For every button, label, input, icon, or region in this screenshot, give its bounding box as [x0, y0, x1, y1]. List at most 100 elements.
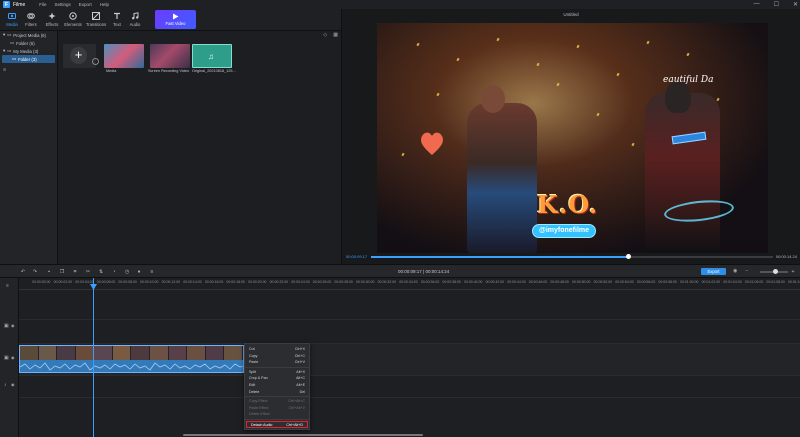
tool-media[interactable]: Media	[2, 11, 22, 29]
media-icon	[8, 12, 16, 20]
close-icon[interactable]: ✕	[793, 1, 798, 8]
video-clip[interactable]	[19, 345, 244, 373]
sidebar-item-my-media[interactable]: ▾ ▭ My Media (3)	[0, 47, 57, 55]
media-thumb-screen-recording[interactable]	[150, 44, 190, 68]
maximize-icon[interactable]: ☐	[774, 1, 779, 8]
menu-item-label: Delete Effect	[249, 412, 270, 417]
menu-separator	[245, 418, 309, 420]
video-track-icon: ▣	[4, 355, 9, 361]
menu-item-paste-effect: Paste Effect Ctrl+Alt+V	[245, 405, 309, 412]
track-menu-icon[interactable]: ≡	[6, 283, 9, 289]
grid-view-icon[interactable]: ▦	[333, 32, 338, 38]
app-logo-icon: F	[3, 1, 10, 8]
menu-item-cut[interactable]: Cut Ctrl+X	[245, 346, 309, 353]
zoom-out-icon[interactable]: −	[745, 268, 748, 274]
ruler-tick-label: 00:00:10:00	[140, 280, 159, 284]
zoom-slider-knob[interactable]	[773, 269, 778, 274]
media-thumb-media[interactable]	[104, 44, 144, 68]
more-icon[interactable]: ≡	[149, 269, 155, 275]
ruler-tick-label: 00:00:16:00	[204, 280, 224, 284]
copy-icon[interactable]: ❐	[59, 269, 65, 275]
menu-export[interactable]: Export	[79, 2, 92, 7]
video-track-visibility-icon[interactable]: ◉	[11, 355, 15, 360]
menu-item-shortcut: Ctrl+X	[294, 347, 305, 351]
speed-icon[interactable]: ◔	[111, 269, 117, 275]
adjust-icon[interactable]: ⇅	[98, 269, 104, 275]
minimize-icon[interactable]: —	[754, 1, 760, 8]
tool-elements[interactable]: Elements	[63, 11, 83, 29]
import-media-button[interactable]: +	[63, 44, 96, 68]
app-name: Filme	[13, 1, 26, 8]
add-folder-icon[interactable]: ⊞	[3, 67, 6, 72]
tool-text[interactable]: Text	[107, 11, 127, 29]
tool-filters[interactable]: Filters	[21, 11, 41, 29]
preview-seek-knob[interactable]	[625, 254, 631, 259]
filter-icon[interactable]: ◇	[323, 32, 327, 38]
ruler-tick-label: 00:01:06:00	[744, 280, 764, 284]
snap-toggle-icon[interactable]: ◉	[733, 268, 737, 274]
menu-file[interactable]: File	[39, 2, 46, 7]
window-controls: — ☐ ✕	[754, 1, 798, 8]
media-thumb-label: Screen Recording Video	[148, 69, 190, 73]
ruler-tick-label: 00:01:08:00	[766, 280, 785, 284]
project-title: Untitled	[563, 12, 579, 17]
menu-item-crop-pan[interactable]: Crop & Pan Alt+C	[245, 375, 309, 382]
timer-icon[interactable]: ◷	[124, 269, 130, 275]
sidebar-item-folder-6[interactable]: ▭ Folder (6)	[0, 39, 57, 47]
menu-item-label: Split	[249, 369, 256, 374]
sidebar-item-project-media[interactable]: ▾ ▭ Project Media (6)	[0, 31, 57, 39]
menu-item-label: Edit	[249, 382, 256, 387]
import-dropdown-icon[interactable]	[92, 58, 99, 65]
menu-help[interactable]: Help	[100, 2, 109, 7]
zoom-in-icon[interactable]: +	[790, 269, 796, 275]
overlay-track-visibility-icon[interactable]: ◉	[11, 323, 15, 328]
timeline-area: 00:00:00:00 00:00:02:00 00:00:04:00 00:00:0…	[0, 278, 800, 437]
audio-track-icon: ♪	[4, 382, 7, 388]
menu-item-shortcut: Ctrl+C	[294, 353, 305, 358]
mic-icon[interactable]: ♦	[136, 269, 142, 275]
menu-item-delete[interactable]: Delete Del	[245, 389, 309, 396]
tool-audio[interactable]: Audio	[125, 11, 145, 29]
preview-seek-bar[interactable]	[371, 254, 773, 259]
ruler-tick-label: 00:00:26:00	[312, 280, 332, 284]
tool-effects[interactable]: Effects	[42, 11, 62, 29]
export-button[interactable]: Export	[701, 268, 726, 275]
menu-item-label: Crop & Pan	[249, 376, 268, 381]
menu-item-detach-audio[interactable]: Detach Audio Ctrl+Alt+D	[246, 420, 308, 428]
fast-video-button[interactable]: Fast Video	[155, 10, 196, 29]
redo-icon[interactable]: ↷	[32, 269, 38, 275]
current-time: 00:00:09.17	[346, 254, 368, 259]
playhead[interactable]	[93, 278, 94, 437]
tool-transitions[interactable]: Transitions	[86, 11, 106, 29]
ruler-tick-label: 00:00:02:00	[53, 280, 73, 284]
ruler-tick-label: 00:00:34:00	[399, 280, 418, 284]
menu-item-label: Paste Effect	[249, 405, 269, 410]
ruler-tick-label: 00:00:46:00	[528, 280, 548, 284]
menu-item-paste[interactable]: Paste Ctrl+V	[245, 359, 309, 366]
track-row-audio	[0, 376, 800, 398]
ruler-tick-label: 00:01:00:00	[680, 280, 699, 284]
menu-item-edit[interactable]: Edit Alt+E	[245, 382, 309, 389]
elements-icon	[69, 12, 77, 20]
crop-icon[interactable]: ⌗	[72, 269, 78, 275]
overlay-track-icon: ▣	[4, 323, 9, 329]
split-icon[interactable]: ✂	[85, 269, 91, 275]
menu-item-delete-effect: Delete Effect	[245, 411, 309, 418]
audio-track-mute-icon[interactable]: ◉	[11, 382, 15, 387]
menu-item-copy[interactable]: Copy Ctrl+C	[245, 353, 309, 360]
ruler-tick-label: 00:00:22:00	[269, 280, 289, 284]
media-thumb-original[interactable]: ♫	[192, 44, 232, 68]
timeline-ruler[interactable]: 00:00:00:00 00:00:02:00 00:00:04:00 00:00:0…	[19, 278, 800, 290]
timeline-scrollbar[interactable]	[183, 434, 423, 436]
media-sidebar: ▾ ▭ Project Media (6) ▭ Folder (6) ▾ ▭ My Med…	[0, 31, 58, 264]
ruler-tick-label: 00:00:14:00	[183, 280, 202, 284]
delete-icon[interactable]: ▪	[46, 269, 52, 275]
transitions-icon	[92, 12, 100, 20]
video-canvas[interactable]: eautiful Da K.O. @imyfonefilme	[377, 23, 768, 253]
sidebar-item-folder-3[interactable]: ▭ Folder (3)	[2, 55, 55, 63]
menu-settings[interactable]: Settings	[55, 2, 71, 7]
title-bar: F Filme File Settings Export Help — ☐ ✕	[0, 0, 800, 9]
timeline-timecode: 00:00:09:17 | 00:00:14:24	[398, 269, 450, 274]
undo-icon[interactable]: ↶	[20, 269, 26, 275]
menu-item-split[interactable]: Split Alt+X	[245, 369, 309, 376]
